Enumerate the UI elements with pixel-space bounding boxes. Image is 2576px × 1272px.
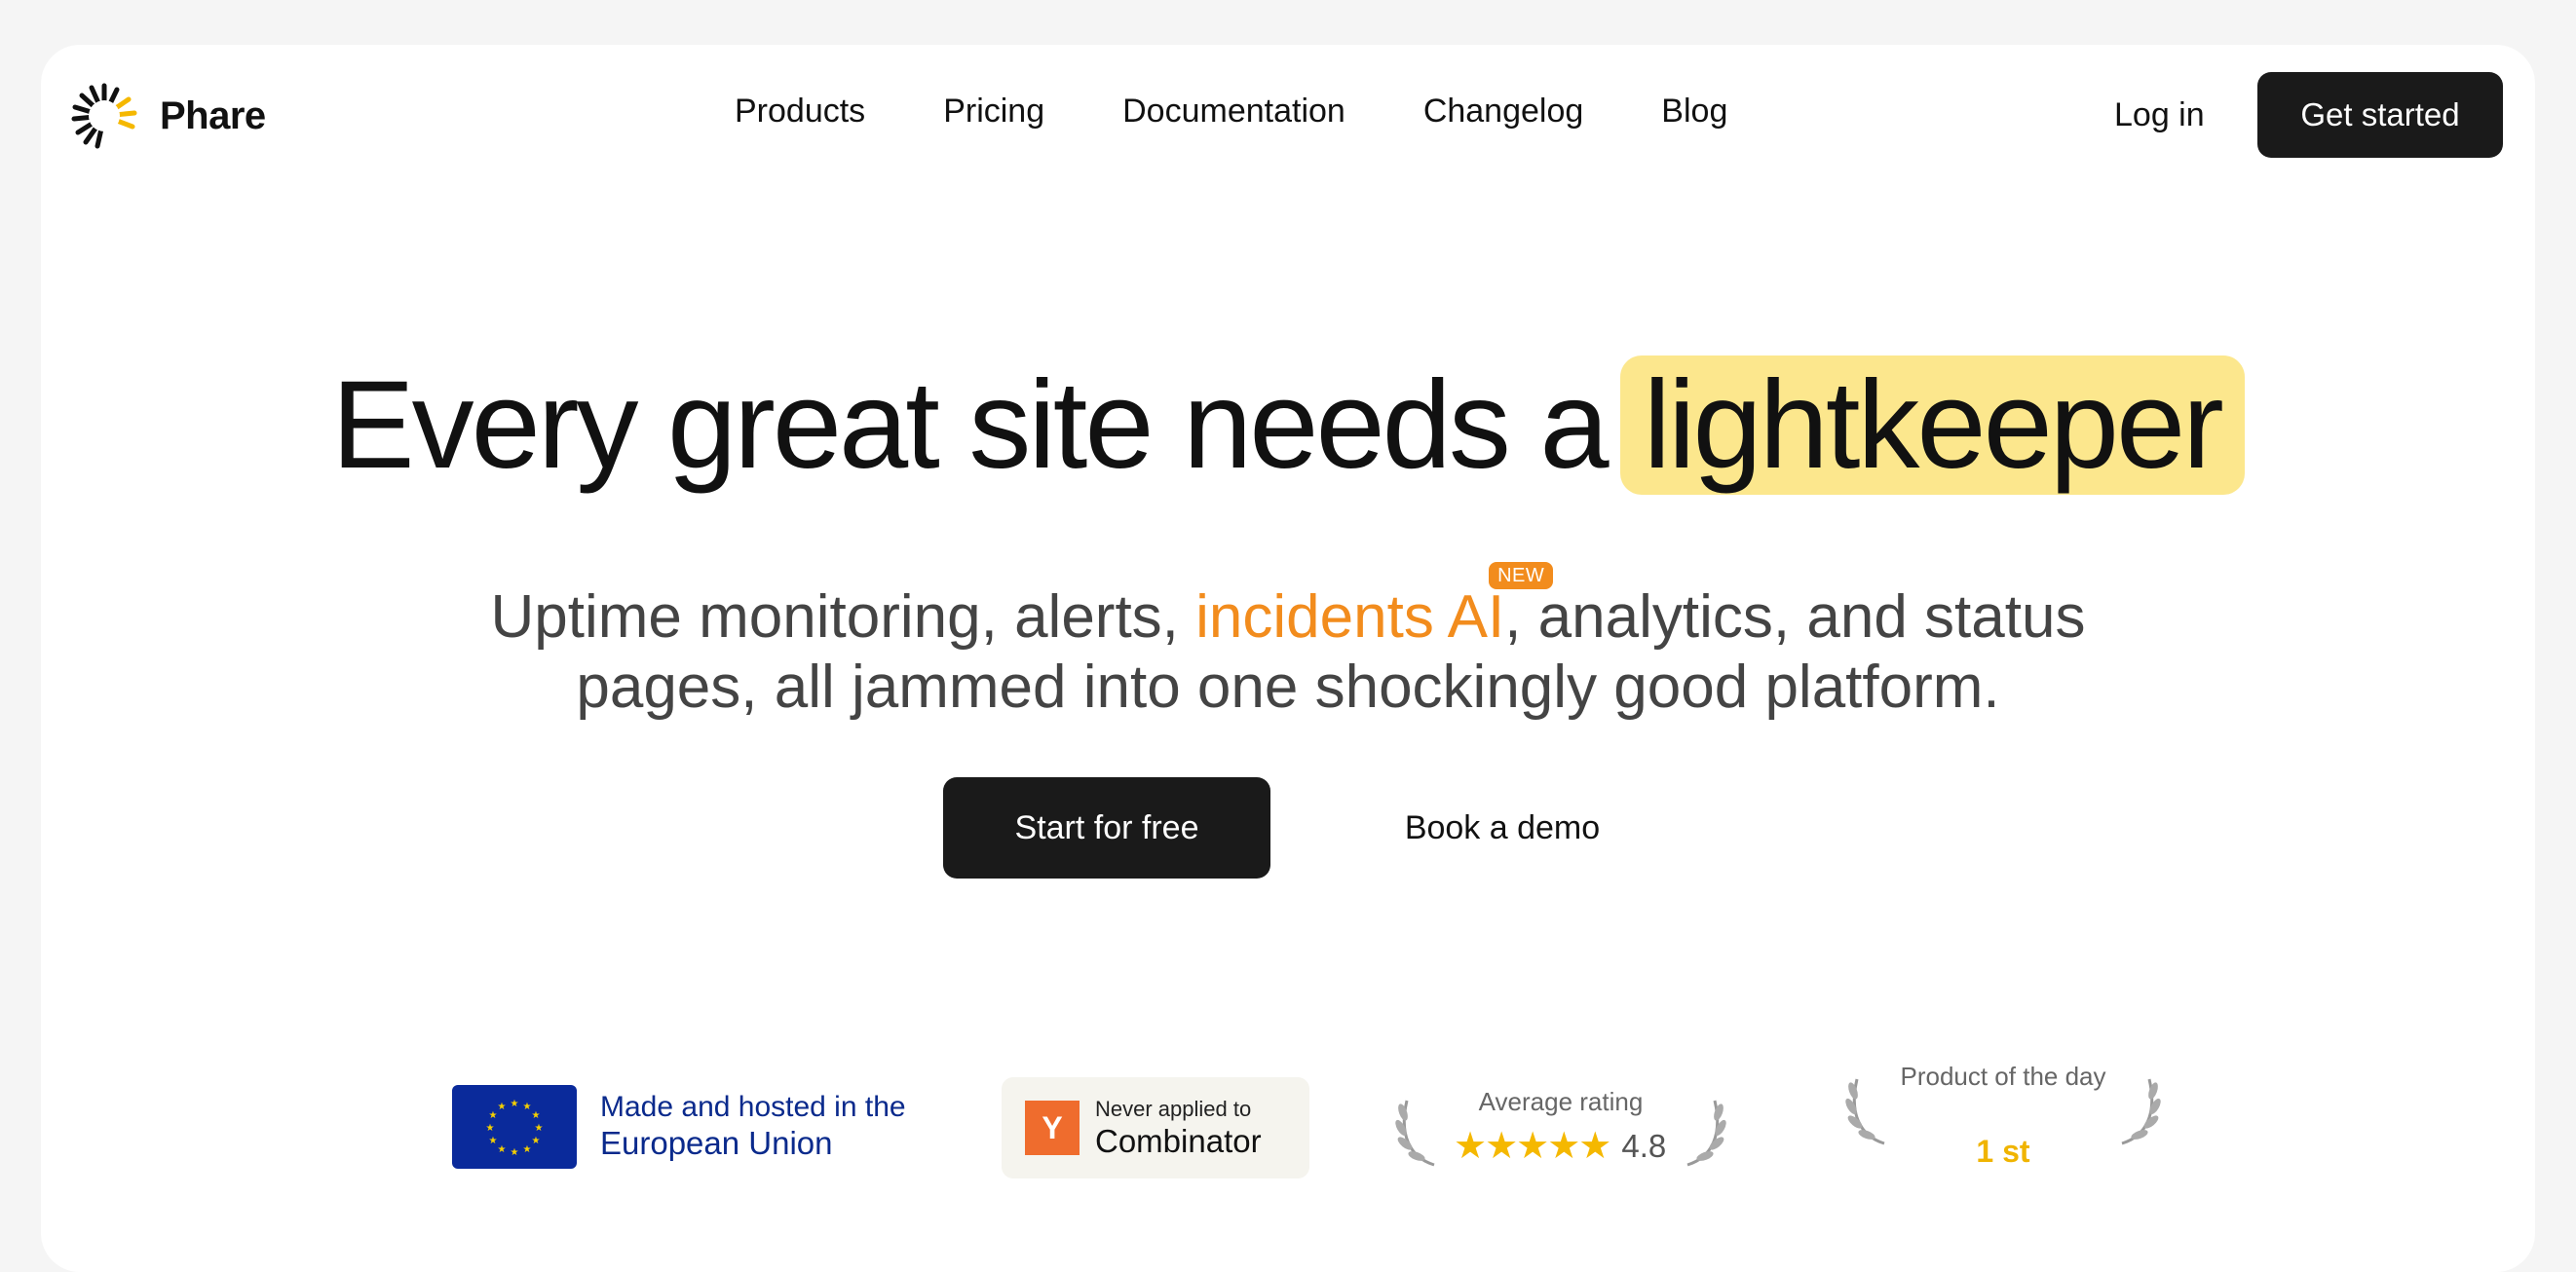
laurel-right-icon xyxy=(2121,1078,2161,1145)
brand-name: Phare xyxy=(160,94,266,137)
hero-title-main: Every great site needs a xyxy=(331,355,1609,495)
hero-title: Every great site needs a lightkeeper xyxy=(41,353,2535,499)
rating-badge: Average rating ★★★★★ 4.8 xyxy=(1395,1087,1726,1184)
subtitle-pre: Uptime monitoring, alerts, xyxy=(490,583,1179,651)
nav-link-products[interactable]: Products xyxy=(735,90,865,132)
subtitle-accent[interactable]: incidents AI NEW xyxy=(1195,562,1554,651)
nav-link-blog[interactable]: Blog xyxy=(1661,90,1727,132)
nav-link-changelog[interactable]: Changelog xyxy=(1423,90,1583,132)
svg-text:★: ★ xyxy=(498,1102,507,1112)
yc-line2: Combinator xyxy=(1095,1123,1262,1159)
svg-text:★: ★ xyxy=(523,1144,532,1155)
svg-text:★: ★ xyxy=(489,1136,498,1146)
star-icon: ★★★★★ xyxy=(1454,1126,1611,1167)
hero-subtitle: Uptime monitoring, alerts, incidents AI N… xyxy=(41,562,2535,723)
start-for-free-button[interactable]: Start for free xyxy=(943,777,1270,879)
svg-text:★: ★ xyxy=(523,1102,532,1112)
yc-logo-icon: Y xyxy=(1025,1101,1080,1155)
yc-badge: Y Never applied to Combinator xyxy=(1002,1077,1309,1178)
laurel-right-icon xyxy=(1686,1100,1726,1167)
svg-text:★: ★ xyxy=(511,1147,519,1158)
hero-title-highlight: lightkeeper xyxy=(1619,355,2245,495)
rating-value: 4.8 xyxy=(1621,1127,1667,1164)
potd-label: Product of the day xyxy=(1900,1062,2106,1091)
svg-text:★: ★ xyxy=(535,1123,544,1134)
subtitle-post: , analytics, and status xyxy=(1504,583,2086,651)
svg-text:★: ★ xyxy=(532,1110,541,1121)
eu-text: Made and hosted in the European Union xyxy=(600,1091,906,1163)
book-demo-button[interactable]: Book a demo xyxy=(1327,777,1678,879)
svg-text:★: ★ xyxy=(532,1136,541,1146)
eu-line1: Made and hosted in the xyxy=(600,1091,906,1123)
login-link[interactable]: Log in xyxy=(2114,94,2205,136)
brand-logo[interactable]: Phare xyxy=(70,82,266,150)
subtitle-line2: pages, all jammed into one shockingly go… xyxy=(576,654,2000,721)
nav-link-pricing[interactable]: Pricing xyxy=(943,90,1044,132)
eu-badge: ★ ★ ★ ★ ★ ★ ★ ★ ★ ★ ★ ★ Made and hosted … xyxy=(452,1085,906,1169)
phare-logo-icon xyxy=(71,83,137,149)
svg-text:★: ★ xyxy=(489,1110,498,1121)
get-started-button[interactable]: Get started xyxy=(2257,72,2503,158)
page-card: Phare Products Pricing Documentation Cha… xyxy=(41,45,2535,1272)
potd-rank: 1 st xyxy=(1976,1134,2030,1169)
eu-flag-icon: ★ ★ ★ ★ ★ ★ ★ ★ ★ ★ ★ ★ xyxy=(452,1085,577,1169)
product-of-day-badge: Product of the day 1 st xyxy=(1845,1062,2161,1198)
eu-line2: European Union xyxy=(600,1125,833,1161)
yc-line1: Never applied to xyxy=(1095,1097,1252,1121)
rating-label: Average rating xyxy=(1478,1087,1644,1116)
new-badge: NEW xyxy=(1489,562,1554,589)
yc-text: Never applied to Combinator xyxy=(1095,1096,1262,1160)
svg-text:★: ★ xyxy=(486,1123,495,1134)
svg-text:★: ★ xyxy=(498,1144,507,1155)
nav-links: Products Pricing Documentation Changelog… xyxy=(735,90,1805,132)
rating-row: ★★★★★ 4.8 xyxy=(1454,1124,1666,1168)
nav-link-documentation[interactable]: Documentation xyxy=(1122,90,1345,132)
svg-text:★: ★ xyxy=(511,1099,519,1109)
top-nav: Phare Products Pricing Documentation Cha… xyxy=(41,45,2535,185)
